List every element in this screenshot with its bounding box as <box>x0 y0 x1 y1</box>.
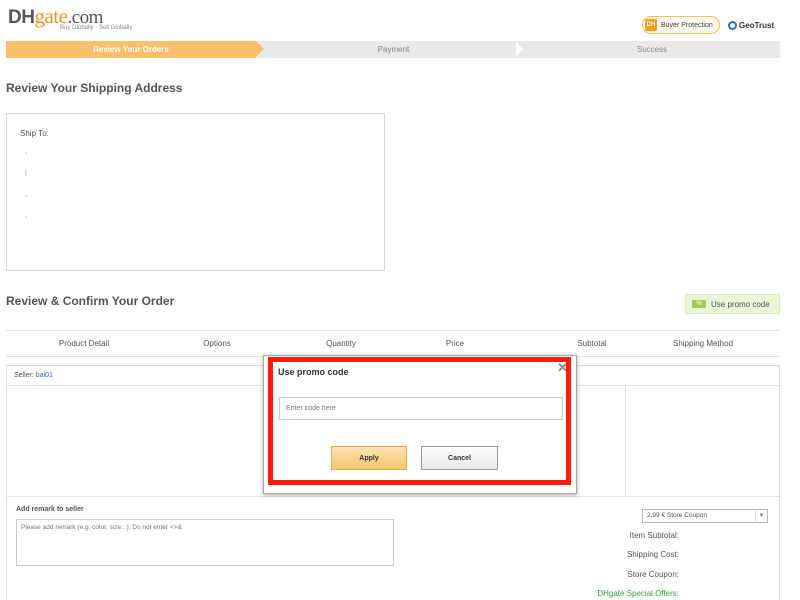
buyer-protection-label: Buyer Protection <box>661 21 713 29</box>
dialog-title: Use promo code <box>278 367 349 377</box>
special-offers-label: DHgate Special Offers: <box>597 589 679 598</box>
promo-code-dialog: Use promo code ✕ Apply Cancel <box>263 355 577 494</box>
seller-link[interactable]: bai01 <box>36 372 53 379</box>
promo-button-label: Use promo code <box>711 299 770 309</box>
close-icon[interactable]: ✕ <box>557 361 568 374</box>
store-coupon-select[interactable]: 2,99 € Store Coupon ▼ <box>642 509 768 523</box>
use-promo-code-button[interactable]: % Use promo code <box>685 294 780 314</box>
remark-textarea[interactable] <box>16 519 394 566</box>
ship-to-label: Ship To: <box>20 129 49 138</box>
buyer-protection-badge[interactable]: DH Buyer Protection <box>642 16 720 34</box>
confirm-order-title: Review & Confirm Your Order <box>6 294 175 308</box>
header: DHgate.com Buy Globally · Sell Globally … <box>0 0 800 40</box>
column-price: Price <box>445 339 465 348</box>
remark-label: Add remark to seller <box>16 506 84 513</box>
seller-label: Seller: bai01 <box>14 372 53 379</box>
shipping-cost-label: Shipping Cost: <box>626 550 679 559</box>
column-quantity: Quantity <box>326 339 356 348</box>
column-subtotal: Subtotal <box>577 339 607 348</box>
geotrust-badge[interactable]: GeoTrust <box>728 16 774 34</box>
step-payment: Payment <box>377 45 410 54</box>
address-line: | <box>25 170 27 177</box>
dhgate-logo[interactable]: DHgate.com Buy Globally · Sell Globally <box>8 6 132 32</box>
checkout-steps: Review Your Orders Payment Success <box>6 41 780 58</box>
address-line: , <box>25 148 27 155</box>
shipping-address-box: Ship To: , | , , <box>6 113 385 271</box>
geotrust-label: GeoTrust <box>739 20 775 30</box>
step-arrow <box>256 41 264 57</box>
coupon-selected-value: 2,99 € Store Coupon <box>647 512 707 519</box>
logo-dh: DH <box>8 7 35 28</box>
store-coupon-label: Store Coupon: <box>627 570 679 579</box>
column-product-detail: Product Detail <box>58 339 110 348</box>
address-line: , <box>25 212 27 219</box>
step-success: Success <box>636 45 668 54</box>
step-separator <box>516 41 523 57</box>
address-line: , <box>25 191 27 198</box>
cancel-button[interactable]: Cancel <box>421 446 498 470</box>
step-review-orders: Review Your Orders <box>6 41 256 58</box>
apply-button[interactable]: Apply <box>331 446 407 470</box>
column-divider <box>625 386 626 496</box>
geotrust-icon <box>728 20 737 30</box>
shipping-address-title: Review Your Shipping Address <box>6 81 183 95</box>
coupon-icon: % <box>692 300 706 308</box>
column-shipping-method: Shipping Method <box>672 339 734 348</box>
order-table-header: Product Detail Options Quantity Price Su… <box>6 330 780 357</box>
item-subtotal-label: Item Subtotal: <box>629 531 679 540</box>
chevron-down-icon: ▼ <box>755 510 767 522</box>
promo-code-input[interactable] <box>279 397 563 420</box>
logo-tagline: Buy Globally · Sell Globally <box>60 25 133 31</box>
shield-icon: DH <box>645 19 657 31</box>
column-options: Options <box>203 339 231 348</box>
row-divider <box>7 496 779 497</box>
seller-prefix: Seller: <box>14 372 34 379</box>
